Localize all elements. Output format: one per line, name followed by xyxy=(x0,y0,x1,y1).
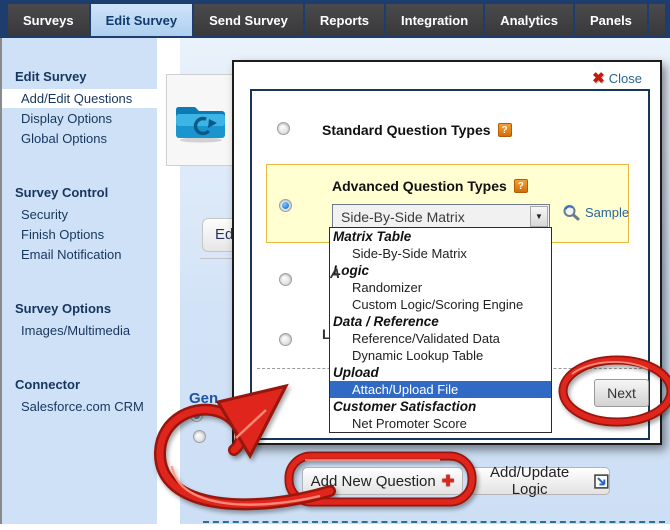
sample-link[interactable]: Sample xyxy=(562,203,629,221)
general-radio-selected[interactable] xyxy=(190,409,203,422)
tab-partial-cutoff[interactable] xyxy=(649,4,665,36)
bottom-dashed-divider xyxy=(203,521,665,523)
help-icon[interactable]: ? xyxy=(514,179,528,193)
next-button[interactable]: Next xyxy=(594,379,649,407)
dropdown-item-side-by-side-matrix[interactable]: Side-By-Side Matrix xyxy=(330,245,551,262)
dropdown-item-randomizer[interactable]: Randomizer xyxy=(330,279,551,296)
dropdown-item-reference-validated-data[interactable]: Reference/Validated Data xyxy=(330,330,551,347)
question-type-select[interactable]: Side-By-Side Matrix ▼ xyxy=(332,204,550,229)
add-update-logic-label: Add/Update Logic xyxy=(471,464,588,498)
sidebar: Edit Survey Add/Edit Questions Display O… xyxy=(2,38,157,524)
question-type-dropdown-list: Matrix Table Side-By-Side Matrix Logic R… xyxy=(329,227,552,433)
dropdown-group-logic: Logic xyxy=(330,262,551,279)
sidebar-item-images-multimedia[interactable]: Images/Multimedia xyxy=(2,321,157,340)
add-question-dialog: ✖ Close Standard Question Types ? Advanc… xyxy=(232,60,662,445)
standard-question-types-label: Standard Question Types xyxy=(322,122,491,138)
advanced-question-types-row: Advanced Question Types ? xyxy=(332,178,528,194)
close-icon[interactable]: ✖ xyxy=(592,69,605,87)
sidebar-header-survey-control: Survey Control xyxy=(15,185,157,200)
media-folder-box xyxy=(166,74,236,166)
sidebar-item-finish-options[interactable]: Finish Options xyxy=(2,225,157,244)
sidebar-item-display-options[interactable]: Display Options xyxy=(2,109,157,128)
dropdown-group-upload: Upload xyxy=(330,364,551,381)
sidebar-item-salesforce-crm[interactable]: Salesforce.com CRM xyxy=(2,397,157,416)
logic-icon xyxy=(594,474,609,489)
dropdown-item-dynamic-lookup-table[interactable]: Dynamic Lookup Table xyxy=(330,347,551,364)
standard-question-types-radio[interactable] xyxy=(277,122,290,135)
sidebar-item-global-options[interactable]: Global Options xyxy=(2,129,157,148)
add-new-question-label: Add New Question xyxy=(311,473,436,490)
advanced-question-types-label: Advanced Question Types xyxy=(332,178,507,194)
advanced-question-types-radio[interactable] xyxy=(279,199,292,212)
sample-label[interactable]: Sample xyxy=(585,205,629,220)
sidebar-header-survey-options: Survey Options xyxy=(15,301,157,316)
hidden-option-a-radio[interactable] xyxy=(279,273,292,286)
top-navigation: Surveys Edit Survey Send Survey Reports … xyxy=(0,0,670,38)
hidden-option-l-radio[interactable] xyxy=(279,333,292,346)
sidebar-item-security[interactable]: Security xyxy=(2,205,157,224)
dropdown-item-net-promoter-score[interactable]: Net Promoter Score xyxy=(330,415,551,432)
dropdown-group-matrix-table: Matrix Table xyxy=(330,228,551,245)
refresh-folder-icon xyxy=(173,97,229,143)
dropdown-item-custom-logic-scoring-engine[interactable]: Custom Logic/Scoring Engine xyxy=(330,296,551,313)
help-icon[interactable]: ? xyxy=(498,123,512,137)
plus-icon: ✚ xyxy=(442,474,455,489)
sidebar-item-email-notification[interactable]: Email Notification xyxy=(2,245,157,264)
tab-panels[interactable]: Panels xyxy=(575,4,647,36)
tab-edit-survey[interactable]: Edit Survey xyxy=(91,4,193,36)
tab-send-survey[interactable]: Send Survey xyxy=(194,4,303,36)
general-section-label-truncated: Gen xyxy=(189,390,218,407)
dropdown-group-data-reference: Data / Reference xyxy=(330,313,551,330)
sidebar-header-connector: Connector xyxy=(15,377,157,392)
question-type-select-value: Side-By-Side Matrix xyxy=(341,209,465,225)
close-label[interactable]: Close xyxy=(609,71,642,86)
add-update-logic-button[interactable]: Add/Update Logic xyxy=(470,467,610,495)
tab-reports[interactable]: Reports xyxy=(305,4,384,36)
tab-integration[interactable]: Integration xyxy=(386,4,483,36)
general-radio-unselected[interactable] xyxy=(193,430,206,443)
standard-question-types-row: Standard Question Types ? xyxy=(322,122,512,138)
sidebar-item-add-edit-questions[interactable]: Add/Edit Questions xyxy=(2,89,157,108)
tab-analytics[interactable]: Analytics xyxy=(485,4,573,36)
tab-surveys[interactable]: Surveys xyxy=(8,4,89,36)
hidden-option-a-partial-label: A xyxy=(330,265,340,281)
dropdown-group-customer-satisfaction: Customer Satisfaction xyxy=(330,398,551,415)
sample-magnifier-icon xyxy=(562,203,580,221)
dropdown-item-attach-upload-file[interactable]: Attach/Upload File xyxy=(330,381,551,398)
close-button[interactable]: ✖ Close xyxy=(592,69,642,87)
hidden-option-l-partial-label: L xyxy=(322,326,331,342)
add-new-question-button[interactable]: Add New Question ✚ xyxy=(302,467,463,495)
select-dropdown-arrow-icon[interactable]: ▼ xyxy=(530,206,548,227)
sidebar-header-edit-survey: Edit Survey xyxy=(15,69,157,84)
question-type-panel: Standard Question Types ? Advanced Quest… xyxy=(250,89,650,440)
